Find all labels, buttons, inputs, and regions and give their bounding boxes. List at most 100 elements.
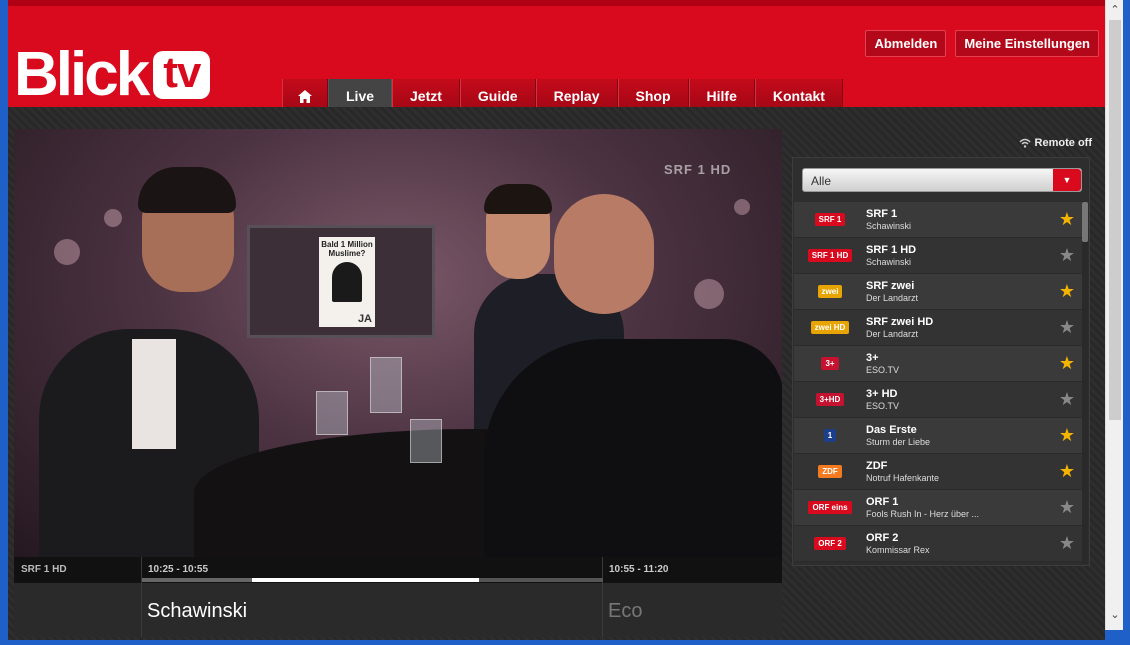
logo-tv-badge: tv bbox=[153, 51, 211, 99]
channel-filter-select[interactable]: Alle ▼ bbox=[802, 168, 1082, 192]
host-shirt bbox=[132, 339, 176, 449]
current-program-title: Schawinski bbox=[147, 600, 248, 622]
channel-list-scrollbar[interactable] bbox=[1082, 202, 1088, 564]
channel-sidebar: Remote off Alle ▼ SRF 1 SRF 1 Schawinski ★ S… bbox=[782, 129, 1098, 637]
video-player[interactable]: Bald 1 Million Muslime? JA SRF 1 HD bbox=[14, 129, 782, 557]
infobar-channel-name: SRF 1 HD bbox=[21, 564, 67, 575]
channel-info: ORF 2 Kommissar Rex bbox=[866, 532, 1052, 556]
favorite-star-icon[interactable]: ★ bbox=[1052, 281, 1082, 302]
favorite-star-icon[interactable]: ★ bbox=[1052, 389, 1082, 410]
channel-program: Kommissar Rex bbox=[866, 544, 930, 555]
account-buttons: Abmelden Meine Einstellungen bbox=[865, 30, 1099, 57]
bokeh-light bbox=[694, 279, 724, 309]
channel-logo-mark: SRF 1 bbox=[814, 213, 846, 226]
scroll-down-icon[interactable]: ⌄ bbox=[1106, 605, 1124, 623]
poster-footer: JA bbox=[357, 313, 372, 325]
favorite-star-icon[interactable]: ★ bbox=[1052, 533, 1082, 554]
chevron-down-icon[interactable]: ▼ bbox=[1053, 169, 1081, 191]
channel-logo-mark: 1 bbox=[823, 429, 837, 442]
channel-row[interactable]: 1 Das Erste Sturm der Liebe ★ bbox=[794, 418, 1082, 454]
channel-name: SRF 1 HD bbox=[866, 243, 917, 256]
channel-row[interactable]: SRF 1 SRF 1 Schawinski ★ bbox=[794, 202, 1082, 238]
channel-logo: ZDF bbox=[794, 454, 866, 490]
favorite-star-icon[interactable]: ★ bbox=[1052, 425, 1082, 446]
program-progress-bar bbox=[142, 578, 603, 582]
channel-name: SRF zwei HD bbox=[866, 315, 934, 328]
logout-button[interactable]: Abmelden bbox=[865, 30, 947, 57]
channel-program: Notruf Hafenkante bbox=[866, 472, 940, 483]
favorite-star-icon[interactable]: ★ bbox=[1052, 497, 1082, 518]
channel-logo-mark: SRF 1 HD bbox=[807, 249, 853, 262]
studio-screen: Bald 1 Million Muslime? JA bbox=[247, 225, 435, 338]
page: Blick tv Abmelden Meine Einstellungen Li… bbox=[8, 0, 1105, 640]
bokeh-light bbox=[734, 199, 750, 215]
channel-info: SRF zwei HD Der Landarzt bbox=[866, 316, 1052, 340]
channel-row[interactable]: ORF eins ORF 1 Fools Rush In - Herz über .… bbox=[794, 490, 1082, 526]
program-progress-elapsed-gap bbox=[142, 578, 252, 582]
channel-logo-mark: ZDF bbox=[818, 465, 842, 478]
infobar-channel: SRF 1 HD bbox=[14, 557, 142, 637]
channel-name: ORF 1 bbox=[866, 495, 899, 508]
channel-row[interactable]: SRF 1 HD SRF 1 HD Schawinski ★ bbox=[794, 238, 1082, 274]
channel-logo-mark: 3+HD bbox=[815, 393, 845, 406]
channel-program: Der Landarzt bbox=[866, 292, 919, 303]
next-program-time: 10:55 - 11:20 bbox=[609, 564, 669, 575]
remote-label: Remote off bbox=[1034, 137, 1092, 149]
channel-row[interactable]: ORF 2 ORF 2 Kommissar Rex ★ bbox=[794, 526, 1082, 562]
channel-logo-mark: zwei bbox=[817, 285, 843, 298]
channel-name: SRF 1 bbox=[866, 207, 898, 220]
channel-program: Der Landarzt bbox=[866, 328, 919, 339]
poster: Bald 1 Million Muslime? JA bbox=[319, 237, 375, 327]
channel-name: SRF zwei bbox=[866, 279, 915, 292]
channel-program: Schawinski bbox=[866, 256, 912, 267]
channel-info: 3+ ESO.TV bbox=[866, 352, 1052, 376]
channel-logo: ORF eins bbox=[794, 490, 866, 526]
favorite-star-icon[interactable]: ★ bbox=[1052, 353, 1082, 374]
next-program-title: Eco bbox=[608, 600, 643, 622]
window-scrollbar[interactable]: ⌃ ⌄ bbox=[1105, 0, 1123, 630]
content-area: Bald 1 Million Muslime? JA SRF 1 HD SRF … bbox=[8, 107, 1105, 640]
favorite-star-icon[interactable]: ★ bbox=[1052, 209, 1082, 230]
channel-logo-mark: ORF eins bbox=[808, 501, 852, 514]
channel-filter-value: Alle bbox=[811, 174, 832, 188]
channel-name: 3+ HD bbox=[866, 387, 898, 400]
channel-info: Das Erste Sturm der Liebe bbox=[866, 424, 1052, 448]
home-icon bbox=[298, 89, 312, 103]
channel-logo: 1 bbox=[794, 418, 866, 454]
favorite-star-icon[interactable]: ★ bbox=[1052, 245, 1082, 266]
channel-watermark: SRF 1 HD bbox=[664, 162, 732, 177]
channel-row[interactable]: 3+HD 3+ HD ESO.TV ★ bbox=[794, 382, 1082, 418]
poster-title: Bald 1 Million Muslime? bbox=[321, 240, 373, 258]
channel-list: SRF 1 SRF 1 Schawinski ★ SRF 1 HD SRF 1 HD Sch… bbox=[794, 202, 1082, 564]
channel-logo-mark: 3+ bbox=[821, 357, 839, 370]
channel-logo: SRF 1 HD bbox=[794, 238, 866, 274]
channel-info: SRF 1 Schawinski bbox=[866, 208, 1052, 232]
channel-info: SRF zwei Der Landarzt bbox=[866, 280, 1052, 304]
channel-panel: Alle ▼ SRF 1 SRF 1 Schawinski ★ SRF 1 HD SRF … bbox=[792, 157, 1090, 566]
current-program[interactable]: 10:25 - 10:55 Schawinski bbox=[142, 557, 603, 637]
channel-program: ESO.TV bbox=[866, 364, 900, 375]
glass bbox=[410, 419, 442, 463]
next-program[interactable]: 10:55 - 11:20 Eco bbox=[603, 557, 782, 637]
channel-row[interactable]: zwei SRF zwei Der Landarzt ★ bbox=[794, 274, 1082, 310]
channel-logo: 3+ bbox=[794, 346, 866, 382]
channel-row[interactable]: ZDF ZDF Notruf Hafenkante ★ bbox=[794, 454, 1082, 490]
settings-button[interactable]: Meine Einstellungen bbox=[955, 30, 1099, 57]
remote-toggle[interactable]: Remote off bbox=[1019, 137, 1092, 149]
header: Blick tv Abmelden Meine Einstellungen Li… bbox=[8, 0, 1105, 113]
channel-list-scroll-thumb[interactable] bbox=[1082, 202, 1088, 242]
channel-name: 3+ bbox=[866, 351, 879, 364]
window-scroll-thumb[interactable] bbox=[1109, 20, 1121, 420]
channel-row[interactable]: zwei HD SRF zwei HD Der Landarzt ★ bbox=[794, 310, 1082, 346]
favorite-star-icon[interactable]: ★ bbox=[1052, 317, 1082, 338]
channel-info: ORF 1 Fools Rush In - Herz über ... bbox=[866, 496, 1052, 520]
program-infobar: SRF 1 HD 10:25 - 10:55 Schawinski 10:55 … bbox=[14, 557, 782, 637]
blick-tv-logo[interactable]: Blick tv bbox=[14, 44, 211, 106]
channel-row[interactable]: 3+ 3+ ESO.TV ★ bbox=[794, 346, 1082, 382]
channel-info: 3+ HD ESO.TV bbox=[866, 388, 1052, 412]
favorite-star-icon[interactable]: ★ bbox=[1052, 461, 1082, 482]
guest2-head bbox=[554, 194, 654, 314]
channel-name: ZDF bbox=[866, 459, 888, 472]
scroll-up-icon[interactable]: ⌃ bbox=[1106, 0, 1124, 18]
bokeh-light bbox=[54, 239, 80, 265]
